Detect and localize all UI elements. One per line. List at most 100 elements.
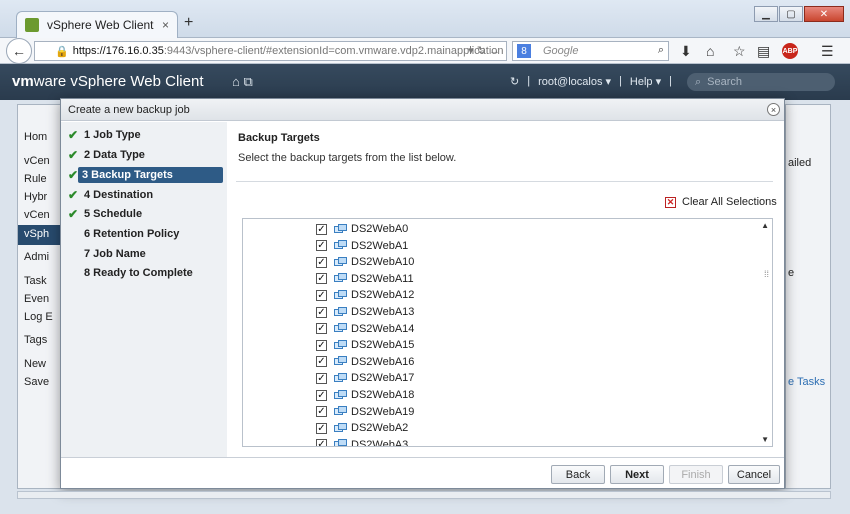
nav-item[interactable]: vCen [24,155,50,167]
wizard-step-backup-targets[interactable]: 3 Backup Targets [78,167,223,183]
bookmarks-list-icon[interactable]: ▤ [757,43,770,60]
nav-item[interactable]: vCen [24,209,50,221]
checkbox[interactable]: ✓ [316,422,327,434]
nav-item[interactable]: Hybr [24,191,47,203]
home-icon[interactable]: ⌂ [706,43,714,59]
tab-title: vSphere Web Client [47,18,154,32]
clear-all-selections-button[interactable]: ✕ Clear All Selections [665,196,777,208]
finish-button[interactable]: Finish [669,465,723,484]
next-button[interactable]: Next [610,465,664,484]
bookmark-star-icon[interactable]: ☆ [733,43,746,60]
target-row[interactable]: ✓ DS2WebA2 [316,420,408,436]
target-name: DS2WebA10 [351,256,415,269]
search-icon[interactable]: ⌕ [658,44,664,57]
global-search-input[interactable]: ⌕ Search [687,73,835,91]
wizard-step-destination[interactable]: ✔ 4 Destination [65,187,223,203]
target-name: DS2WebA13 [351,306,415,318]
url-host: https://176.16.0.35 [72,45,164,57]
browser-tab[interactable]: vSphere Web Client × [16,11,178,38]
search-engine-icon[interactable]: 8 [517,44,531,58]
nav-item[interactable]: New [24,358,46,370]
wizard-step-ready-to-complete[interactable]: 8 Ready to Complete [65,265,223,281]
checkbox[interactable]: ✓ [316,389,327,401]
minimize-button[interactable]: ▁ [754,6,778,22]
user-menu[interactable]: root@localos ▾ [538,75,611,88]
download-icon[interactable]: ⬇ [680,43,692,60]
checkbox[interactable]: ✓ [316,223,327,235]
wizard-step-job-type[interactable]: ✔ 1 Job Type [65,127,223,143]
checkbox[interactable]: ✓ [316,289,327,301]
checkbox[interactable]: ✓ [316,406,327,418]
resize-grip-icon[interactable]: ⁞⁞ [764,269,769,279]
target-name: DS2WebA15 [351,339,415,352]
wizard-step-data-type[interactable]: ✔ 2 Data Type [65,147,223,163]
browser-titlebar: vSphere Web Client × + ▁ ▢ ✕ [0,0,850,38]
more-tasks-link[interactable]: e Tasks [788,376,825,388]
backup-targets-list[interactable]: ▲ ▼ ✓ DS2WebA0 ✓ DS2WebA1 ✓ DS2WebA10 ✓ DS2WebA… [242,218,773,447]
checkbox[interactable]: ✓ [316,439,327,446]
back-arrow-icon[interactable]: ← [6,38,32,64]
tab-close-icon[interactable]: × [162,18,169,32]
target-row[interactable]: ✓ DS2WebA18 [316,387,414,403]
nav-item[interactable]: Log E [24,311,53,323]
home-icon[interactable]: ⌂ ⧉ [232,74,253,90]
cancel-button[interactable]: Cancel [728,465,780,484]
nav-item[interactable]: Hom [24,131,47,143]
target-row[interactable]: ✓ DS2WebA1 [316,238,408,254]
wizard-steps: ✔ 1 Job Type ✔ 2 Data Type ✔ 3 Backup Targ… [61,122,227,457]
target-row[interactable]: ✓ DS2WebA11 [316,271,414,287]
vm-icon [334,439,347,446]
target-row[interactable]: ✓ DS2WebA14 [316,321,414,337]
target-name: DS2WebA16 [351,355,415,368]
nav-item[interactable]: Save [24,376,49,388]
checkbox[interactable]: ✓ [316,339,327,351]
target-row[interactable]: ✓ DS2WebA15 [316,337,414,353]
vm-icon [334,389,347,401]
vm-icon [334,406,347,417]
vmware-logo: vmware vSphere Web Client [12,73,204,90]
checkbox[interactable]: ✓ [316,240,327,252]
scroll-up-arrow-icon[interactable]: ▲ [761,221,769,230]
close-window-button[interactable]: ✕ [804,6,844,22]
target-row[interactable]: ✓ DS2WebA3 [316,437,408,446]
checkbox[interactable]: ✓ [316,356,327,368]
checkbox[interactable]: ✓ [316,256,327,268]
menu-icon[interactable]: ☰ [821,43,834,60]
target-row[interactable]: ✓ DS2WebA12 [316,287,414,303]
target-row[interactable]: ✓ DS2WebA17 [316,370,414,386]
wizard-step-schedule[interactable]: ✔ 5 Schedule [65,206,223,222]
target-row[interactable]: ✓ DS2WebA0 [316,221,408,237]
checkbox[interactable]: ✓ [316,323,327,335]
target-row[interactable]: ✓ DS2WebA13 [316,304,414,320]
nav-item[interactable]: Task [24,275,47,287]
checkbox[interactable]: ✓ [316,273,327,285]
back-button[interactable]: Back [551,465,605,484]
adblock-icon[interactable]: ABP [782,43,798,59]
url-bar[interactable]: 🔒 https://176.16.0.35:9443/vsphere-clien… [34,41,507,61]
nav-item[interactable]: Even [24,293,49,305]
target-row[interactable]: ✓ DS2WebA19 [316,404,414,420]
close-icon[interactable]: × [767,103,780,116]
search-input[interactable]: Google [543,45,578,57]
target-name: DS2WebA11 [351,272,414,285]
nav-item[interactable]: Rule [24,173,47,185]
scroll-down-arrow-icon[interactable]: ▼ [761,435,769,444]
nav-item[interactable]: Tags [24,334,47,346]
nav-item[interactable]: Admi [24,251,49,263]
wizard-step-retention-policy[interactable]: 6 Retention Policy [65,226,223,242]
nav-item[interactable]: vSph [24,228,49,240]
target-name: DS2WebA1 [351,239,409,252]
refresh-icon[interactable]: ↻ [510,75,519,88]
help-menu[interactable]: Help ▾ [630,75,661,88]
wizard-step-job-name[interactable]: 7 Job Name [65,246,223,262]
target-row[interactable]: ✓ DS2WebA10 [316,254,414,270]
checkbox[interactable]: ✓ [316,306,327,318]
reload-icon[interactable]: ▾ ↻ → [468,44,500,57]
maximize-button[interactable]: ▢ [779,6,803,22]
search-bar[interactable]: 8 Google ⌕ [512,41,669,61]
new-tab-button[interactable]: + [184,14,193,32]
checkbox[interactable]: ✓ [316,372,327,384]
section-description: Select the backup targets from the list … [238,152,457,164]
target-row[interactable]: ✓ DS2WebA16 [316,354,414,370]
horizontal-scrollbar[interactable] [17,491,831,499]
